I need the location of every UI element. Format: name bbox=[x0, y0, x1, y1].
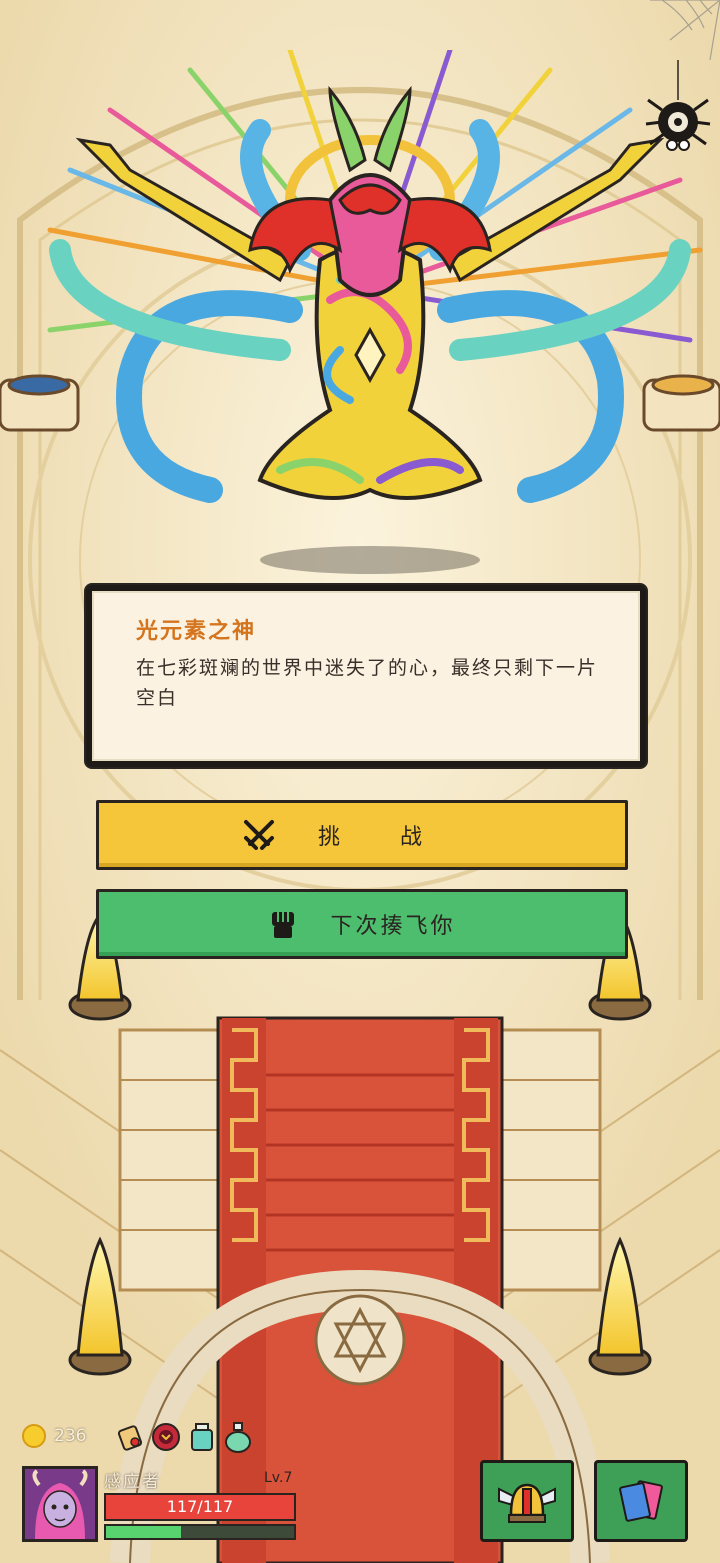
jar-icon[interactable] bbox=[187, 1420, 217, 1454]
demon-mask-icon[interactable] bbox=[151, 1420, 181, 1454]
crossed-swords-icon bbox=[243, 820, 274, 850]
inventory-items bbox=[115, 1420, 253, 1454]
winged-helmet-icon bbox=[498, 1483, 556, 1523]
potion-icon[interactable] bbox=[223, 1420, 253, 1454]
hp-text: 117/117 bbox=[166, 1497, 234, 1516]
cards-icon bbox=[619, 1480, 663, 1522]
player-level: Lv.7 bbox=[264, 1470, 293, 1486]
fist-icon bbox=[272, 912, 295, 938]
gold-amount: 236 bbox=[54, 1426, 87, 1446]
xp-bar bbox=[104, 1524, 296, 1540]
boss-illustration bbox=[47, 50, 703, 574]
challenge-button[interactable]: 挑战 bbox=[96, 800, 628, 870]
boss-description: 在七彩斑斓的世界中迷失了的心，最终只剩下一片空白 bbox=[136, 657, 599, 709]
settings-button[interactable] bbox=[640, 0, 720, 160]
flee-label: 下次揍飞你 bbox=[330, 914, 456, 939]
challenge-label: 挑战 bbox=[317, 825, 482, 850]
gear-spider-icon bbox=[645, 0, 720, 151]
boss-name: 光元素之神 bbox=[136, 618, 257, 644]
player-avatar[interactable] bbox=[22, 1466, 98, 1542]
equipment-button[interactable] bbox=[480, 1460, 574, 1542]
gold-counter: 236 bbox=[22, 1424, 86, 1448]
gold-coin-icon bbox=[22, 1424, 46, 1448]
character-portrait-icon bbox=[25, 1469, 95, 1539]
boss-info-dialog: 光元素之神 在七彩斑斓的世界中迷失了的心，最终只剩下一片空白 bbox=[86, 585, 646, 767]
hp-bar: 117/117 bbox=[104, 1493, 296, 1521]
deck-button[interactable] bbox=[594, 1460, 688, 1542]
scroll-icon[interactable] bbox=[115, 1420, 145, 1454]
flee-button[interactable]: 下次揍飞你 bbox=[96, 889, 628, 959]
xp-bar-fill bbox=[106, 1526, 182, 1538]
player-name: 感应者 bbox=[104, 1472, 161, 1492]
